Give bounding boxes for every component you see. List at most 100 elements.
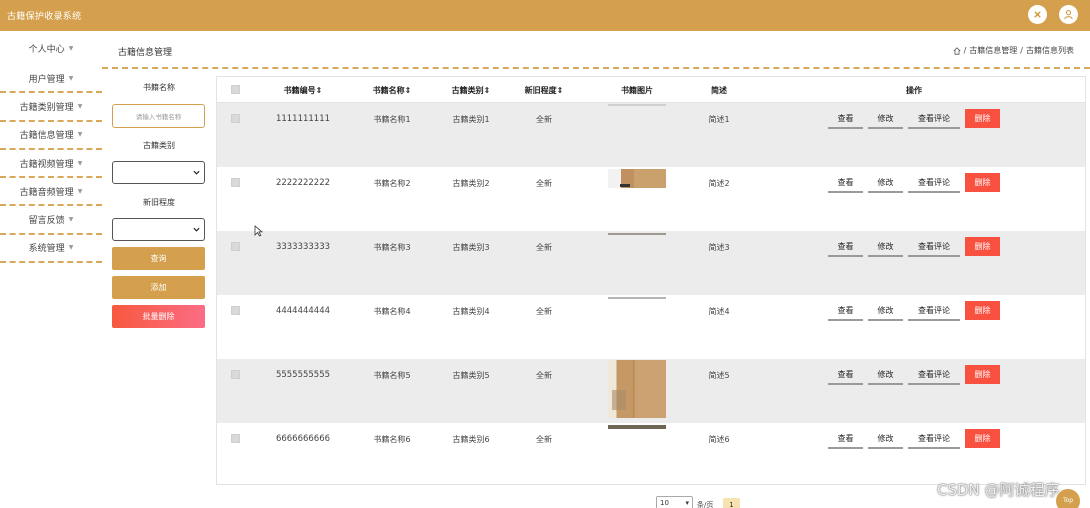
back-to-top-button[interactable]: Top xyxy=(1056,489,1080,508)
search-button[interactable]: 查询 xyxy=(112,247,205,270)
cell-condition: 全新 xyxy=(536,115,552,124)
top-bar: 古籍保护收录系统 xyxy=(0,0,1090,31)
view-button[interactable]: 查看 xyxy=(828,301,863,321)
name-search-input[interactable]: 请输入书籍名称 xyxy=(112,104,205,128)
table-row: 3333333333 书籍名称3 古籍类别3 全新 简述3 查看 修改 查看评论… xyxy=(217,231,1085,295)
app-title: 古籍保护收录系统 xyxy=(7,12,82,22)
col-header-code[interactable]: 书籍编号⇕ xyxy=(284,85,323,96)
book-image xyxy=(608,233,666,235)
view-button[interactable]: 查看 xyxy=(828,429,863,449)
sidebar-item-profile[interactable]: 个人中心 ▼ xyxy=(0,31,102,65)
chevron-down-icon xyxy=(193,170,200,175)
view-comments-button[interactable]: 查看评论 xyxy=(908,173,960,193)
sidebar-item-book-info[interactable]: 古籍信息管理 ▼ xyxy=(0,122,102,150)
delete-button[interactable]: 删除 xyxy=(965,173,1000,192)
cell-condition: 全新 xyxy=(536,435,552,444)
cell-name: 书籍名称6 xyxy=(373,435,411,444)
edit-button[interactable]: 修改 xyxy=(868,429,903,449)
cell-summary: 简述5 xyxy=(708,371,730,380)
view-comments-button[interactable]: 查看评论 xyxy=(908,365,960,385)
table-header: 书籍编号⇕ 书籍名称⇕ 古籍类别⇕ 新旧程度⇕ 书籍图片 简述 操作 xyxy=(217,77,1085,103)
row-checkbox[interactable] xyxy=(231,178,240,187)
col-header-condition[interactable]: 新旧程度⇕ xyxy=(525,85,564,96)
home-icon[interactable] xyxy=(953,46,961,55)
cell-summary: 简述1 xyxy=(708,115,730,124)
page-size-select[interactable]: 10 ▾ xyxy=(656,496,693,508)
edit-button[interactable]: 修改 xyxy=(868,109,903,129)
cell-code: 3333333333 xyxy=(275,242,331,252)
chevron-down-icon: ▼ xyxy=(68,74,74,82)
category-filter-label: 古籍类别 xyxy=(143,141,175,150)
edit-button[interactable]: 修改 xyxy=(868,237,903,257)
delete-button[interactable]: 删除 xyxy=(965,365,1000,384)
cell-summary: 简述6 xyxy=(708,435,730,444)
sidebar-item-label: 古籍视频管理 xyxy=(19,159,74,170)
view-button[interactable]: 查看 xyxy=(828,237,863,257)
sidebar-item-audio[interactable]: 古籍音频管理 ▼ xyxy=(0,178,102,207)
sidebar-item-users[interactable]: 用户管理 ▼ xyxy=(0,65,102,94)
select-all-checkbox[interactable] xyxy=(231,85,240,94)
chevron-down-icon: ▼ xyxy=(77,159,83,167)
category-select[interactable] xyxy=(112,161,205,184)
settings-icon[interactable] xyxy=(1028,5,1047,24)
chevron-down-icon: ▼ xyxy=(68,216,74,224)
sidebar-item-categories[interactable]: 古籍类别管理 ▼ xyxy=(0,93,102,122)
row-checkbox[interactable] xyxy=(231,242,240,251)
sidebar-item-feedback[interactable]: 留言反馈 ▼ xyxy=(0,206,102,235)
book-image xyxy=(608,425,666,429)
breadcrumb-item[interactable]: 古籍信息管理 xyxy=(969,45,1017,56)
table-row: 1111111111 书籍名称1 古籍类别1 全新 简述1 查看 修改 查看评论… xyxy=(217,103,1085,167)
sidebar-item-label: 古籍类别管理 xyxy=(19,102,74,113)
view-button[interactable]: 查看 xyxy=(828,109,863,129)
row-checkbox[interactable] xyxy=(231,434,240,443)
view-button[interactable]: 查看 xyxy=(828,173,863,193)
batch-delete-button[interactable]: 批量删除 xyxy=(112,305,205,328)
sidebar-item-system[interactable]: 系统管理 ▼ xyxy=(0,235,102,264)
view-comments-button[interactable]: 查看评论 xyxy=(908,301,960,321)
sidebar-item-label: 古籍音频管理 xyxy=(19,187,74,198)
page-title: 古籍信息管理 xyxy=(118,48,173,58)
cell-summary: 简述2 xyxy=(708,179,730,188)
delete-button[interactable]: 删除 xyxy=(965,109,1000,128)
page-number-button[interactable]: 1 xyxy=(723,498,740,508)
col-header-name[interactable]: 书籍名称⇕ xyxy=(373,85,412,96)
cell-code: 5555555555 xyxy=(275,370,331,380)
chevron-down-icon: ▼ xyxy=(77,187,83,195)
view-comments-button[interactable]: 查看评论 xyxy=(908,429,960,449)
delete-button[interactable]: 删除 xyxy=(965,301,1000,320)
edit-button[interactable]: 修改 xyxy=(868,301,903,321)
table-row: 6666666666 书籍名称6 古籍类别6 全新 简述6 查看 修改 查看评论… xyxy=(217,423,1085,487)
book-image xyxy=(608,297,666,299)
view-comments-button[interactable]: 查看评论 xyxy=(908,237,960,257)
cell-name: 书籍名称5 xyxy=(373,371,411,380)
breadcrumb: / 古籍信息管理 / 古籍信息列表 xyxy=(953,45,1074,56)
delete-button[interactable]: 删除 xyxy=(965,237,1000,256)
row-checkbox[interactable] xyxy=(231,114,240,123)
condition-select[interactable] xyxy=(112,218,205,241)
cell-category: 古籍类别4 xyxy=(452,307,490,316)
col-header-image: 书籍图片 xyxy=(621,86,653,95)
view-comments-button[interactable]: 查看评论 xyxy=(908,109,960,129)
col-header-summary: 简述 xyxy=(711,86,727,95)
sidebar-item-label: 古籍信息管理 xyxy=(19,131,74,142)
book-image xyxy=(608,169,666,188)
cell-name: 书籍名称3 xyxy=(373,243,411,252)
add-button[interactable]: 添加 xyxy=(112,276,205,299)
condition-filter-label: 新旧程度 xyxy=(143,198,175,207)
edit-button[interactable]: 修改 xyxy=(868,173,903,193)
table-row: 4444444444 书籍名称4 古籍类别4 全新 简述4 查看 修改 查看评论… xyxy=(217,295,1085,359)
edit-button[interactable]: 修改 xyxy=(868,365,903,385)
cell-category: 古籍类别6 xyxy=(452,435,490,444)
delete-button[interactable]: 删除 xyxy=(965,429,1000,448)
cell-category: 古籍类别2 xyxy=(452,179,490,188)
user-icon[interactable] xyxy=(1059,5,1078,24)
sidebar: 个人中心 ▼ 用户管理 ▼ 古籍类别管理 ▼ 古籍信息管理 ▼ 古籍视频管理 ▼ 古籍音频… xyxy=(0,31,102,264)
row-checkbox[interactable] xyxy=(231,370,240,379)
col-header-category[interactable]: 古籍类别⇕ xyxy=(452,85,491,96)
sidebar-item-label: 个人中心 xyxy=(28,44,65,55)
view-button[interactable]: 查看 xyxy=(828,365,863,385)
sidebar-item-videos[interactable]: 古籍视频管理 ▼ xyxy=(0,150,102,179)
mouse-cursor-icon xyxy=(254,225,263,237)
row-checkbox[interactable] xyxy=(231,306,240,315)
chevron-down-icon: ▼ xyxy=(77,102,83,110)
